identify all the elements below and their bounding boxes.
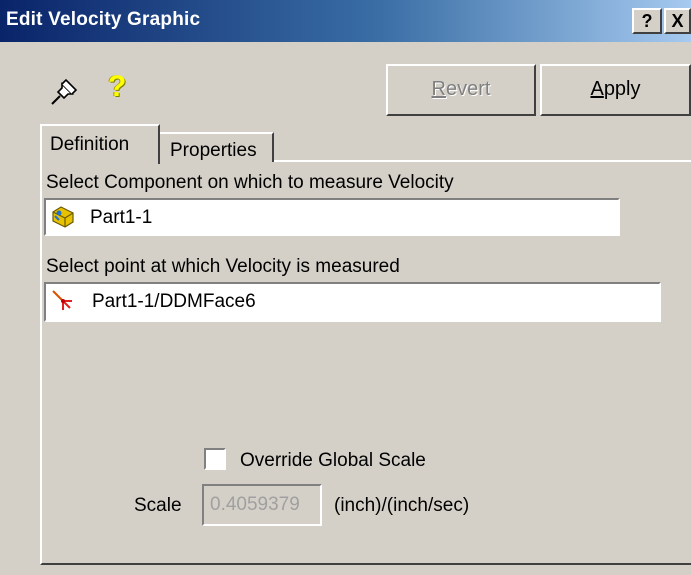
override-global-scale-label[interactable]: Override Global Scale	[240, 450, 426, 472]
scale-units-label: (inch)/(inch/sec)	[334, 495, 470, 516]
window-title: Edit Velocity Graphic	[6, 9, 201, 30]
revert-label: Revert	[431, 78, 491, 100]
apply-button[interactable]: Apply	[540, 64, 691, 116]
component-value: Part1-1	[90, 207, 153, 228]
tab-properties[interactable]: Properties	[160, 132, 274, 162]
revert-button[interactable]: Revert	[386, 64, 536, 116]
point-select-label: Select point at which Velocity is measur…	[46, 256, 400, 277]
scale-label: Scale	[134, 495, 182, 516]
help-button[interactable]: ?	[632, 8, 662, 34]
apply-label: Apply	[590, 78, 641, 100]
component-select-label: Select Component on which to measure Vel…	[46, 172, 454, 193]
pushpin-icon[interactable]	[48, 78, 78, 108]
part-component-icon	[52, 206, 74, 228]
scale-input[interactable]: 0.4059379	[202, 484, 322, 526]
tab-definition[interactable]: Definition	[40, 124, 160, 164]
override-global-scale-checkbox[interactable]	[204, 448, 226, 470]
close-button[interactable]: X	[664, 8, 691, 34]
title-bar[interactable]: Edit Velocity Graphic ? X	[0, 0, 691, 42]
point-value: Part1-1/DDMFace6	[92, 291, 256, 312]
question-mark-icon[interactable]: ?	[108, 70, 126, 104]
point-field[interactable]: Part1-1/DDMFace6	[44, 282, 661, 322]
point-marker-icon	[52, 290, 72, 310]
component-field[interactable]: Part1-1	[44, 198, 620, 236]
